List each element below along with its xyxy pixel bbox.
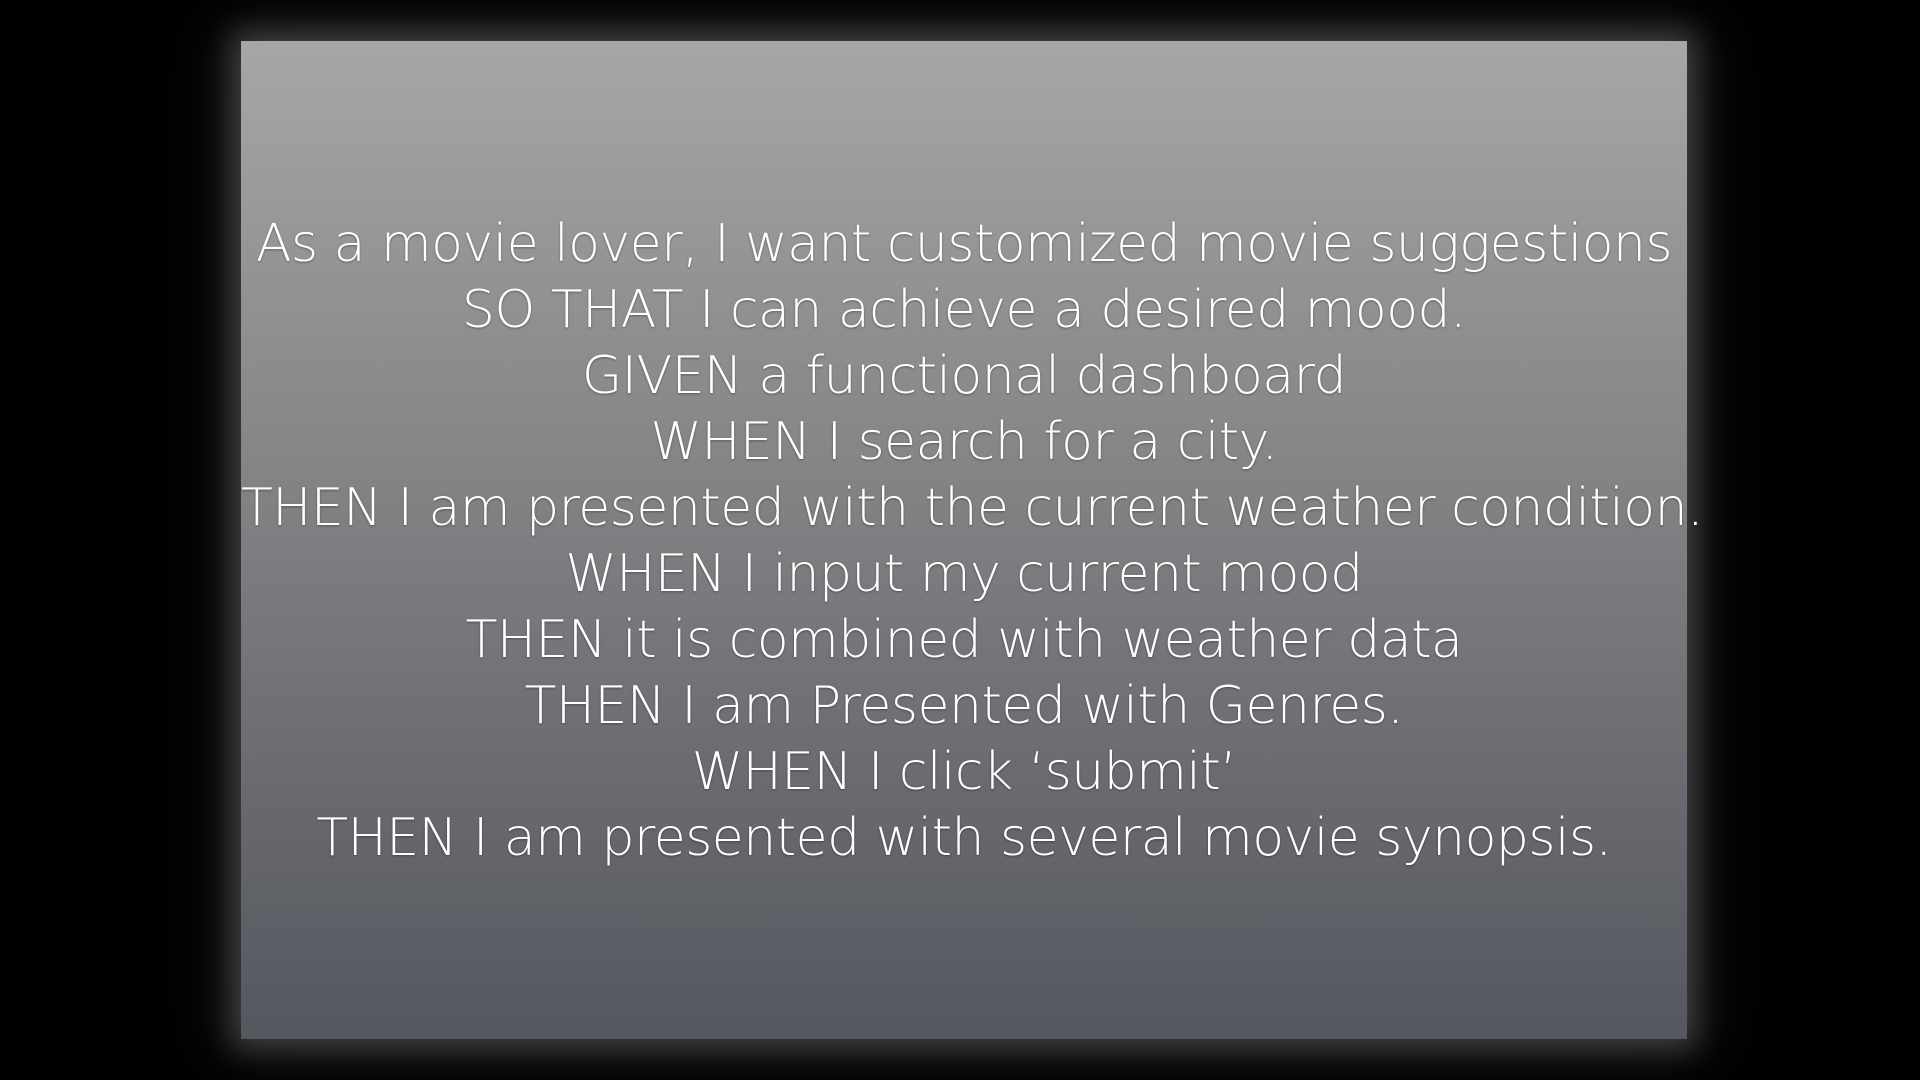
user-story-line: GIVEN a functional dashboard <box>581 346 1347 406</box>
user-story-line: THEN it is combined with weather data <box>465 610 1463 670</box>
user-story-line: WHEN I click ‘submit’ <box>691 742 1237 802</box>
user-story-line: WHEN I search for a city. <box>650 412 1278 472</box>
user-story-line: SO THAT I can achieve a desired mood. <box>461 280 1467 340</box>
user-story-line: THEN I am presented with the current wea… <box>241 478 1704 538</box>
presentation-stage: As a movie lover, I want customized movi… <box>0 0 1920 1080</box>
user-story-line: WHEN I input my current mood <box>565 544 1363 604</box>
user-story-line: THEN I am presented with several movie s… <box>316 808 1612 868</box>
slide: As a movie lover, I want customized movi… <box>241 41 1704 1039</box>
user-story-line: As a movie lover, I want customized movi… <box>255 214 1673 274</box>
user-story-line: THEN I am Presented with Genres. <box>524 676 1404 736</box>
user-story-text: As a movie lover, I want customized movi… <box>241 211 1704 871</box>
